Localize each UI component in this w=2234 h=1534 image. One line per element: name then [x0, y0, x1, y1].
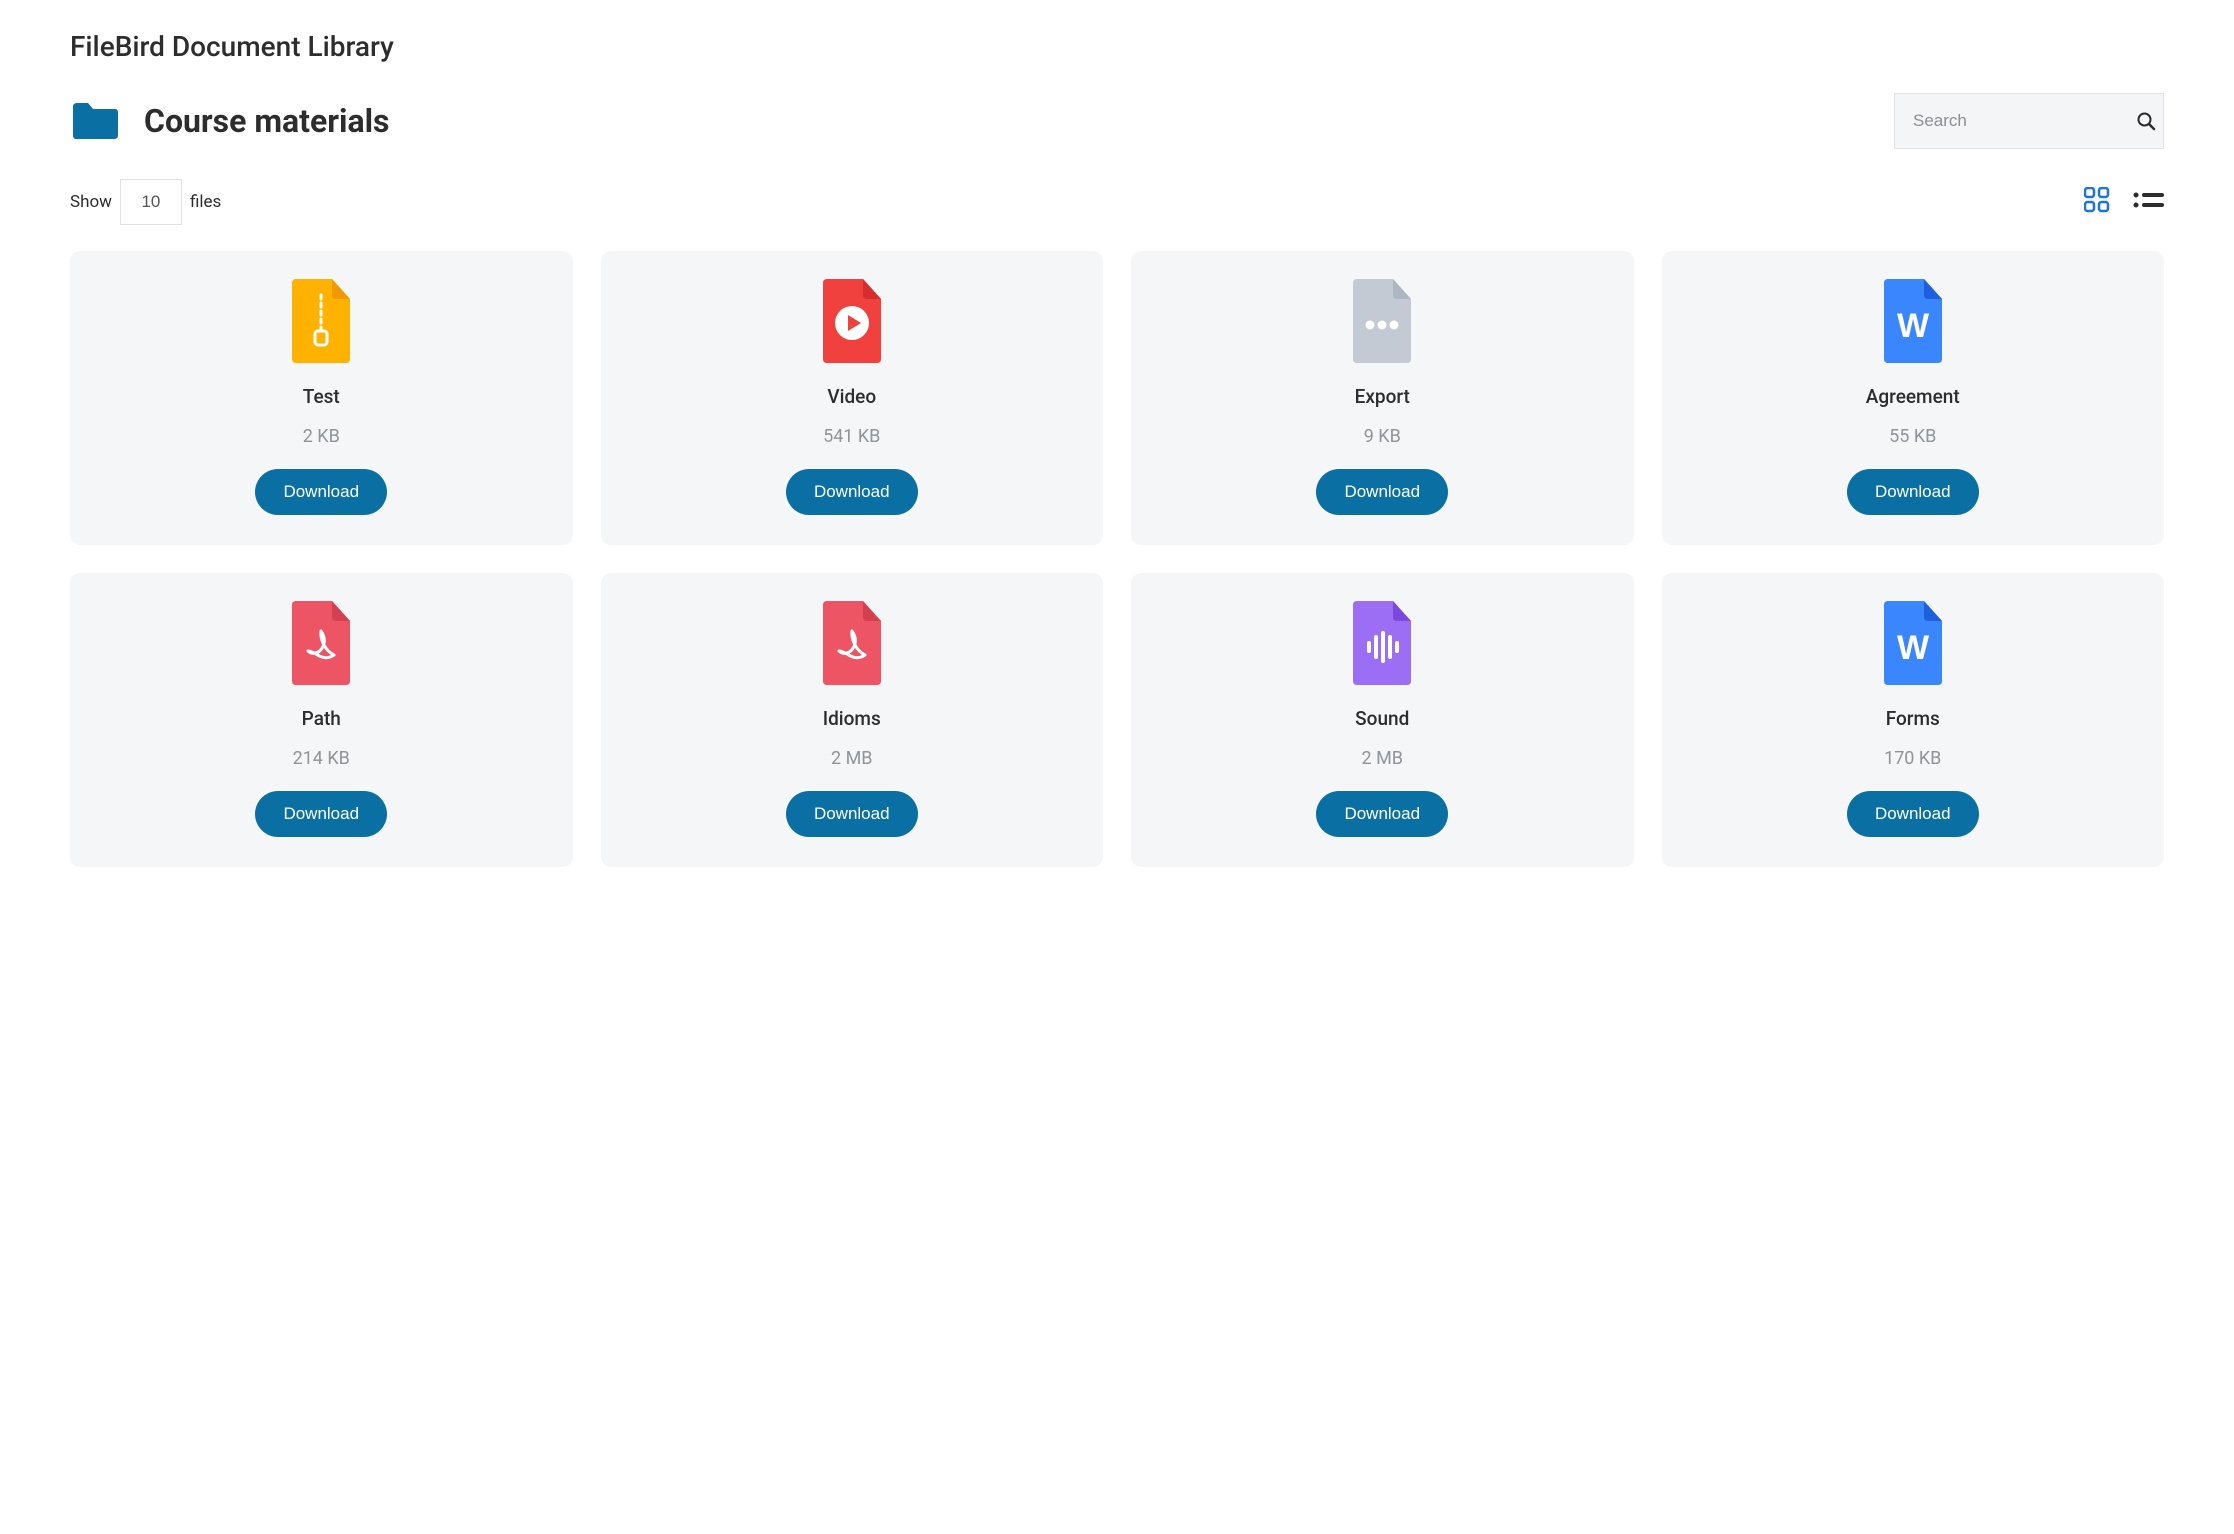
page-title: FileBird Document Library	[70, 30, 2164, 63]
file-card: W Agreement 55 KB Download	[1662, 251, 2165, 545]
show-count-input[interactable]	[120, 179, 182, 225]
file-card: Path 214 KB Download	[70, 573, 573, 867]
zip-file-icon	[286, 279, 356, 363]
download-button[interactable]: Download	[255, 469, 387, 515]
file-name: Idioms	[823, 707, 881, 730]
show-label: Show	[70, 192, 112, 212]
file-grid: Test 2 KB Download Video 541 KB Download Exp…	[70, 251, 2164, 867]
header-row: Course materials	[70, 93, 2164, 149]
file-size: 9 KB	[1364, 426, 1401, 447]
pdf-file-icon	[817, 601, 887, 685]
file-card: Export 9 KB Download	[1131, 251, 1634, 545]
file-size: 2 MB	[1361, 748, 1403, 769]
files-label: files	[190, 192, 221, 212]
pdf-file-icon	[286, 601, 356, 685]
download-button[interactable]: Download	[1847, 469, 1979, 515]
folder-title-group: Course materials	[70, 101, 389, 141]
file-size: 541 KB	[823, 426, 880, 447]
file-name: Export	[1355, 385, 1410, 408]
search-input[interactable]	[1911, 110, 2136, 132]
search-icon[interactable]	[2136, 111, 2156, 131]
file-card: Idioms 2 MB Download	[601, 573, 1104, 867]
file-name: Video	[827, 385, 876, 408]
list-view-button[interactable]	[2132, 190, 2164, 214]
grid-view-button[interactable]	[2084, 187, 2110, 217]
file-size: 2 MB	[831, 748, 873, 769]
svg-text:W: W	[1897, 629, 1930, 667]
show-files-control: Show files	[70, 179, 221, 225]
download-button[interactable]: Download	[786, 469, 918, 515]
file-card: Sound 2 MB Download	[1131, 573, 1634, 867]
view-toggle	[2084, 187, 2164, 217]
download-button[interactable]: Download	[255, 791, 387, 837]
file-card: Video 541 KB Download	[601, 251, 1104, 545]
file-size: 214 KB	[293, 748, 350, 769]
video-file-icon	[817, 279, 887, 363]
svg-text:W: W	[1897, 307, 1930, 345]
file-card: W Forms 170 KB Download	[1662, 573, 2165, 867]
file-name: Path	[302, 707, 341, 730]
toolbar: Show files	[70, 179, 2164, 225]
word-file-icon: W	[1878, 601, 1948, 685]
folder-title: Course materials	[144, 102, 389, 140]
file-size: 55 KB	[1889, 426, 1936, 447]
download-button[interactable]: Download	[1316, 469, 1448, 515]
download-button[interactable]: Download	[1316, 791, 1448, 837]
audio-file-icon	[1347, 601, 1417, 685]
file-name: Sound	[1355, 707, 1409, 730]
file-name: Agreement	[1866, 385, 1960, 408]
file-size: 170 KB	[1884, 748, 1941, 769]
folder-icon	[70, 101, 120, 141]
file-name: Forms	[1886, 707, 1940, 730]
file-size: 2 KB	[303, 426, 340, 447]
search-box[interactable]	[1894, 93, 2164, 149]
other-file-icon	[1347, 279, 1417, 363]
grid-view-icon	[2084, 187, 2110, 217]
download-button[interactable]: Download	[1847, 791, 1979, 837]
list-view-icon	[2132, 190, 2164, 214]
file-name: Test	[303, 385, 340, 408]
file-card: Test 2 KB Download	[70, 251, 573, 545]
word-file-icon: W	[1878, 279, 1948, 363]
download-button[interactable]: Download	[786, 791, 918, 837]
